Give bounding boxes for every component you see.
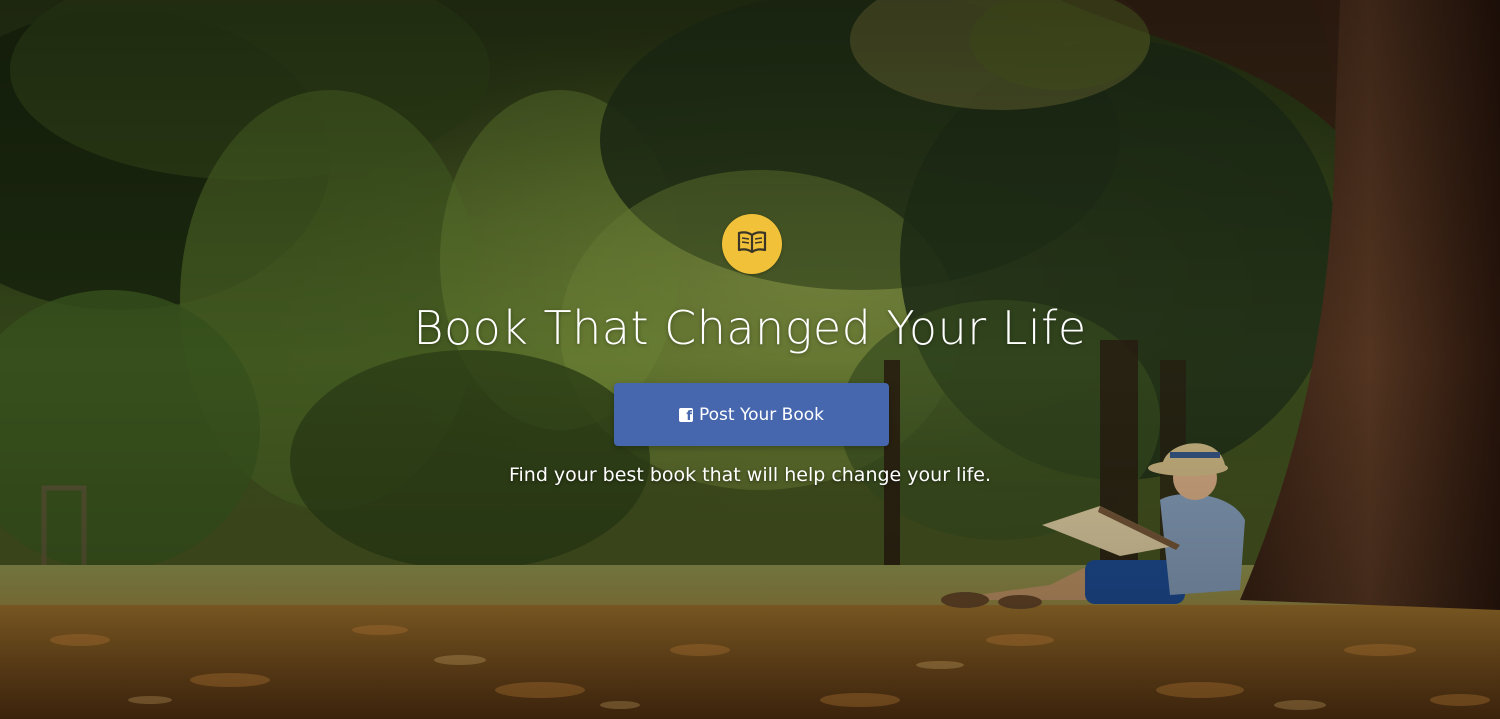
open-book-icon	[737, 230, 767, 258]
hero-section: Book That Changed Your Life f Post Your …	[0, 0, 1500, 719]
hero-content: Book That Changed Your Life f Post Your …	[0, 0, 1500, 719]
book-badge	[722, 214, 782, 274]
post-your-book-label: Post Your Book	[699, 404, 824, 425]
page-title: Book That Changed Your Life	[413, 301, 1087, 355]
post-your-book-button[interactable]: f Post Your Book	[614, 383, 889, 446]
tagline: Find your best book that will help chang…	[508, 464, 992, 486]
facebook-icon: f	[679, 407, 693, 423]
